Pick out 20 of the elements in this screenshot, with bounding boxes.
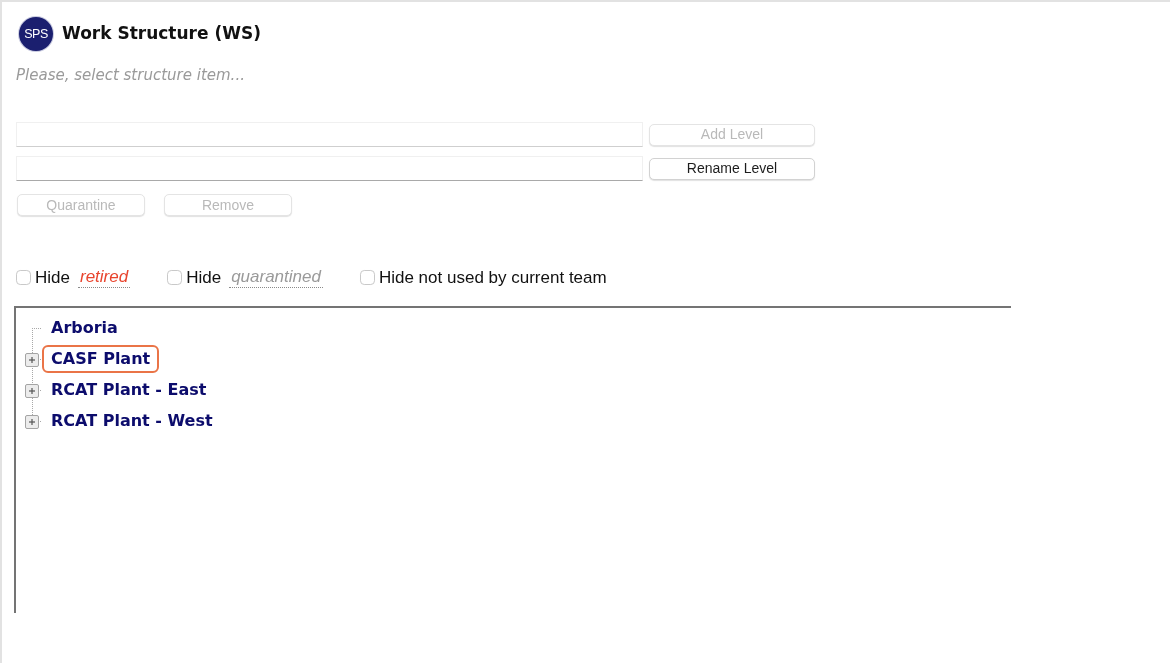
tree-item[interactable]: RCAT Plant - East: [42, 376, 216, 404]
expand-icon[interactable]: [25, 383, 39, 398]
checkbox[interactable]: [167, 270, 183, 286]
filter-term: retired: [77, 267, 131, 289]
filter-label: Hide not used by current team: [378, 267, 607, 289]
filter-label: Hide: [186, 267, 222, 289]
tree-item[interactable]: Arboria: [42, 314, 127, 342]
tree-item[interactable]: CASF Plant: [42, 345, 160, 373]
level-button[interactable]: Rename Level: [649, 157, 815, 180]
expand-icon[interactable]: [25, 352, 39, 367]
checkbox[interactable]: [359, 270, 375, 286]
logo: SPS: [19, 17, 53, 51]
filter-label: Hide: [35, 267, 70, 289]
page-title: Work Structure (WS): [62, 22, 261, 46]
checkbox[interactable]: [16, 270, 31, 286]
tree-item[interactable]: RCAT Plant - West: [42, 407, 222, 435]
expand-icon[interactable]: [25, 414, 39, 429]
hint-text: Please, select structure item...: [16, 66, 245, 84]
text-field[interactable]: [16, 156, 643, 181]
filter-term: quarantined: [229, 267, 323, 289]
